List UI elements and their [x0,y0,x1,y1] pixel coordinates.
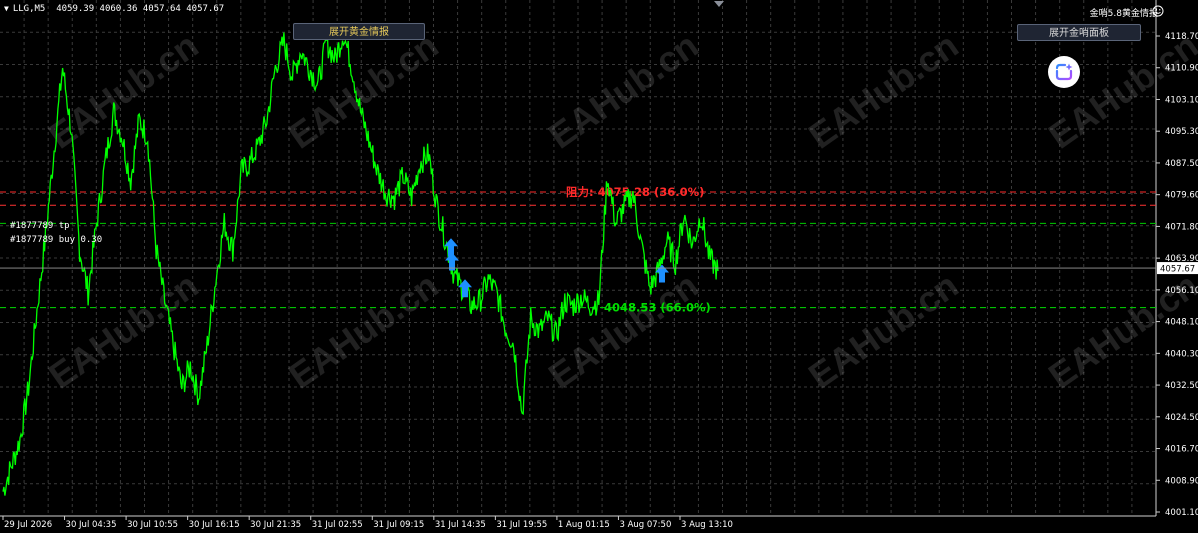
x-tick-label: 30 Jul 04:35 [66,520,117,530]
y-tick-label: 4032.50 [1165,381,1198,391]
y-tick-label: 4079.60 [1165,191,1198,201]
support-label: 4048.53 (66.0%) [604,301,711,315]
x-tick-label: 30 Jul 16:15 [189,520,240,530]
x-tick-label: 31 Jul 09:15 [373,520,424,530]
x-tick-label: 31 Jul 19:55 [496,520,547,530]
y-tick-label: 4008.90 [1165,476,1198,486]
watermark-text: EAHub.cn [1041,264,1198,396]
symbol-info-bar: ▼ LLG,M5 4059.39 4060.36 4057.64 4057.67 [4,4,224,14]
watermark-text: EAHub.cn [801,264,965,396]
x-tick-label: 3 Aug 07:50 [619,520,671,530]
indicator-title: 金哨5.8黄金情报 [1089,9,1158,19]
x-tick-label: 31 Jul 02:55 [312,520,363,530]
x-tick-label: 1 Aug 01:15 [558,520,610,530]
y-tick-label: 4087.50 [1165,159,1198,169]
ai-sparkle-icon [1055,63,1073,81]
y-tick-label: 4095.30 [1165,127,1198,137]
ohlc-values: 4059.39 4060.36 4057.64 4057.67 [56,4,225,14]
smiley-icon [1152,5,1164,17]
y-tick-label: 4110.90 [1165,64,1198,74]
expand-panel-button[interactable]: 展开金哨面板 [1017,24,1141,41]
y-tick-label: 4103.10 [1165,95,1198,105]
y-tick-label: 4118.70 [1165,32,1198,42]
expand-gold-info-button[interactable]: 展开黄金情报 [293,23,425,40]
y-tick-label: 4001.10 [1165,508,1198,518]
current-price-label: 4057.67 [1160,265,1195,275]
watermark-text: EAHub.cn [281,24,445,156]
x-tick-label: 31 Jul 14:35 [435,520,486,530]
watermark-text: EAHub.cn [281,264,445,396]
y-tick-label: 4048.10 [1165,318,1198,328]
y-tick-label: 4071.80 [1165,222,1198,232]
x-tick-label: 29 Jul 2026 [4,520,52,530]
y-tick-label: 4056.10 [1165,286,1198,296]
y-tick-label: 4016.70 [1165,445,1198,455]
y-tick-label: 4024.50 [1165,413,1198,423]
order-tp-label: #1877789 tp [10,221,70,231]
x-tick-label: 3 Aug 13:10 [681,520,733,530]
symbol-label: LLG,M5 [12,4,46,14]
assistant-button[interactable] [1048,56,1080,88]
collapse-triangle-icon[interactable]: ▼ [4,4,9,13]
scroll-marker-icon[interactable] [714,0,724,8]
order-buy-label: #1877789 buy 0.30 [10,235,103,245]
y-tick-label: 4040.30 [1165,349,1198,359]
watermark-text: EAHub.cn [801,24,965,156]
x-tick-label: 30 Jul 10:55 [127,520,178,530]
x-tick-label: 30 Jul 21:35 [250,520,301,530]
trading-chart-window: EAHub.cn EAHub.cn EAHub.cn EAHub.cn EAHub.cn… [0,0,1198,533]
watermark-text: EAHub.cn [541,264,705,396]
price-chart[interactable]: EAHub.cn EAHub.cn EAHub.cn EAHub.cn EAHub.cn… [0,0,1198,533]
watermark-text: EAHub.cn [541,24,705,156]
